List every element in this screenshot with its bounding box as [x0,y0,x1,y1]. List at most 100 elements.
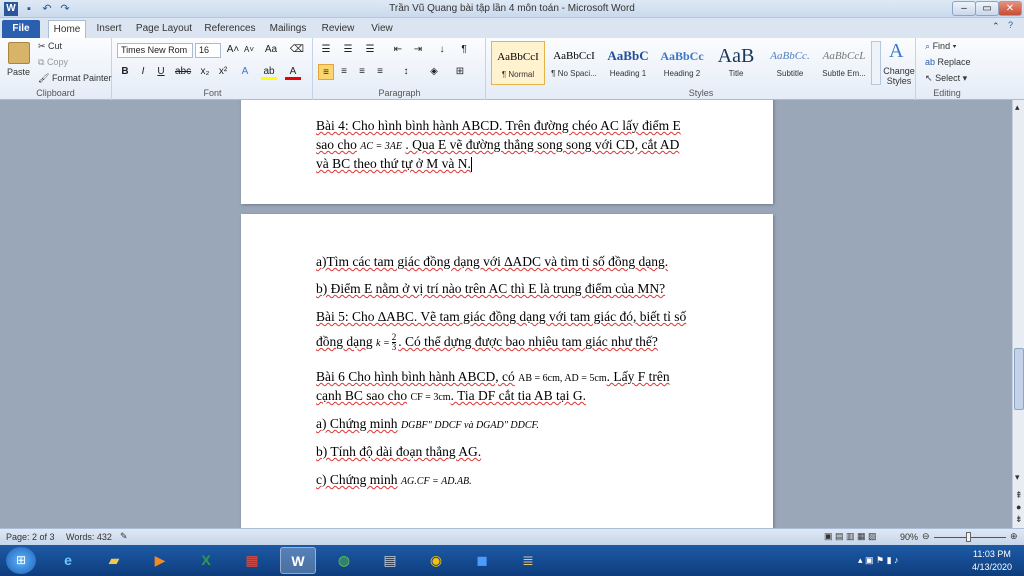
tab-page-layout[interactable]: Page Layout [134,20,194,38]
next-page-icon[interactable]: ⇟ [1015,514,1023,525]
tab-insert[interactable]: Insert [92,20,126,38]
format-painter-label: Format Painter [51,73,112,83]
excel-icon[interactable]: X [188,547,224,574]
paste-icon[interactable] [8,42,30,64]
decrease-indent-icon[interactable]: ⇤ [390,42,406,58]
font-size-box[interactable]: 16 [195,43,221,58]
tab-references[interactable]: References [202,20,258,38]
zoom-level[interactable]: 90% [900,532,918,542]
style-heading-2[interactable]: AaBbCc Heading 2 [655,41,709,85]
underline-icon[interactable]: U [153,64,169,80]
change-styles-button[interactable]: Change Styles [883,66,915,86]
change-styles-icon[interactable]: A [889,40,903,63]
style-no-spacing[interactable]: AaBbCcI ¶ No Spaci... [547,41,601,85]
paragraph-group: ☰ ☰ ☰ ⇤ ⇥ ↓ ¶ ≡ ≡ ≡ ≡ ↕ ◈ ⊞ Paragraph [314,38,486,100]
zoom-in-icon[interactable]: ⊕ [1010,531,1018,542]
show-marks-icon[interactable]: ¶ [456,42,472,58]
sort-icon[interactable]: ↓ [434,42,450,58]
highlight-icon[interactable]: ab [261,64,277,80]
browse-object-icon[interactable]: ● [1016,502,1021,512]
paste-button[interactable]: Paste [7,67,30,77]
grow-font-icon[interactable]: A˄ [225,42,241,58]
window-title: Trần Vũ Quang bài tập lần 4 môn toán - M… [389,3,635,14]
italic-icon[interactable]: I [135,64,151,80]
style-subtle-emphasis[interactable]: AaBbCcL Subtle Em... [817,41,871,85]
scroll-up-icon[interactable]: ▴ [1015,102,1020,113]
tab-file[interactable]: File [2,20,40,38]
system-clock[interactable]: 11:03 PM 4/13/2020 [972,548,1012,574]
math-ac-3ae: AC = 3AE [360,141,402,152]
page-2[interactable]: a)Tìm các tam giác đồng dạng với ∆ADC và… [241,214,773,528]
text-effects-icon[interactable]: A [237,64,253,80]
close-button[interactable]: ✕ [998,1,1022,16]
align-right-icon[interactable]: ≡ [354,64,370,80]
zoom-slider-thumb[interactable] [966,532,971,542]
superscript-icon[interactable]: x² [215,64,231,80]
scroll-thumb[interactable] [1014,348,1024,410]
bai4-line-1: Bài 4: Cho hình bình hành ABCD. Trên đườ… [316,118,681,133]
page-1[interactable]: Bài 4: Cho hình bình hành ABCD. Trên đườ… [241,100,773,204]
justify-icon[interactable]: ≡ [372,64,388,80]
subscript-icon[interactable]: x₂ [197,64,213,80]
multilevel-list-icon[interactable]: ☰ [362,42,378,58]
file-explorer-icon[interactable]: ▰ [96,547,132,574]
line-spacing-icon[interactable]: ↕ [398,64,414,80]
strikethrough-icon[interactable]: abc [175,64,191,80]
page-count[interactable]: Page: 2 of 3 [6,532,55,542]
chrome-icon[interactable]: ◉ [418,547,454,574]
view-buttons[interactable]: ▣ ▤ ▥ ▦ ▧ [824,531,877,542]
style-preview: AaBbCcI [497,51,539,63]
start-button[interactable]: ⊞ [6,547,36,574]
bullets-icon[interactable]: ☰ [318,42,334,58]
tray-icons[interactable]: ▴ ▣ ⚑ ▮ ♪ [858,555,899,566]
zoom-out-icon[interactable]: ⊖ [922,531,930,542]
media-player-icon[interactable]: ▶ [142,547,178,574]
copy-button[interactable]: ⧉ Copy [38,57,68,68]
cut-button[interactable]: ✂ Cut [38,41,62,52]
shading-icon[interactable]: ◈ [426,64,442,80]
books-icon[interactable]: ≣ [510,547,546,574]
zoom-app-icon[interactable]: ◼ [464,547,500,574]
word-count[interactable]: Words: 432 [66,532,112,542]
proofing-icon[interactable]: ✎ [120,531,128,542]
replace-button[interactable]: ab Replace [925,57,971,67]
find-button[interactable]: ⌕ Find ▾ [925,41,956,52]
select-button[interactable]: ↖ Select ▾ [925,73,967,84]
tab-mailings[interactable]: Mailings [266,20,310,38]
calculator-icon[interactable]: ▤ [372,547,408,574]
previous-page-icon[interactable]: ⇞ [1015,490,1023,501]
tab-home[interactable]: Home [48,20,86,38]
font-color-icon[interactable]: A [285,64,301,80]
clear-formatting-icon[interactable]: ⌫ [289,42,305,58]
align-left-icon[interactable]: ≡ [318,64,334,80]
style-title[interactable]: AaB Title [709,41,763,85]
taskbar: ⊞ e ▰ ▶ X ▦ W ◍ ▤ ◉ ◼ ≣ ▴ ▣ ⚑ ▮ ♪ 11:03 … [0,545,1024,576]
font-name-box[interactable]: Times New Rom [117,43,193,58]
increase-indent-icon[interactable]: ⇥ [410,42,426,58]
style-normal[interactable]: AaBbCcI ¶ Normal [491,41,545,85]
tab-view[interactable]: View [366,20,398,38]
help-icon[interactable]: ? [1008,20,1013,30]
tab-review[interactable]: Review [318,20,358,38]
internet-explorer-icon[interactable]: e [50,547,86,574]
green-app-icon[interactable]: ◍ [326,547,362,574]
style-heading-1[interactable]: AaBbC Heading 1 [601,41,655,85]
vertical-scrollbar[interactable]: ▴ ▾ ⇞ ● ⇟ [1012,100,1024,528]
scroll-down-icon[interactable]: ▾ [1015,472,1020,483]
align-center-icon[interactable]: ≡ [336,64,352,80]
document-area[interactable]: Bài 4: Cho hình bình hành ABCD. Trên đườ… [0,100,1012,528]
change-case-icon[interactable]: Aa [263,42,279,58]
bold-icon[interactable]: B [117,64,133,80]
minimize-button[interactable]: – [952,1,976,16]
numbering-icon[interactable]: ☰ [340,42,356,58]
styles-scroll-icon[interactable] [871,41,881,85]
style-subtitle[interactable]: AaBbCc. Subtitle [763,41,817,85]
maximize-button[interactable]: ▭ [975,1,999,16]
shrink-font-icon[interactable]: A˅ [241,42,257,58]
format-painter-button[interactable]: 🖌 Format Painter [38,73,111,84]
word-taskbar-icon[interactable]: W [280,547,316,574]
borders-icon[interactable]: ⊞ [452,64,468,80]
app-icon[interactable]: ▦ [234,547,270,574]
minimize-ribbon-icon[interactable]: ⌃ [992,21,1000,32]
style-preview: AaBbCcL [822,50,866,62]
